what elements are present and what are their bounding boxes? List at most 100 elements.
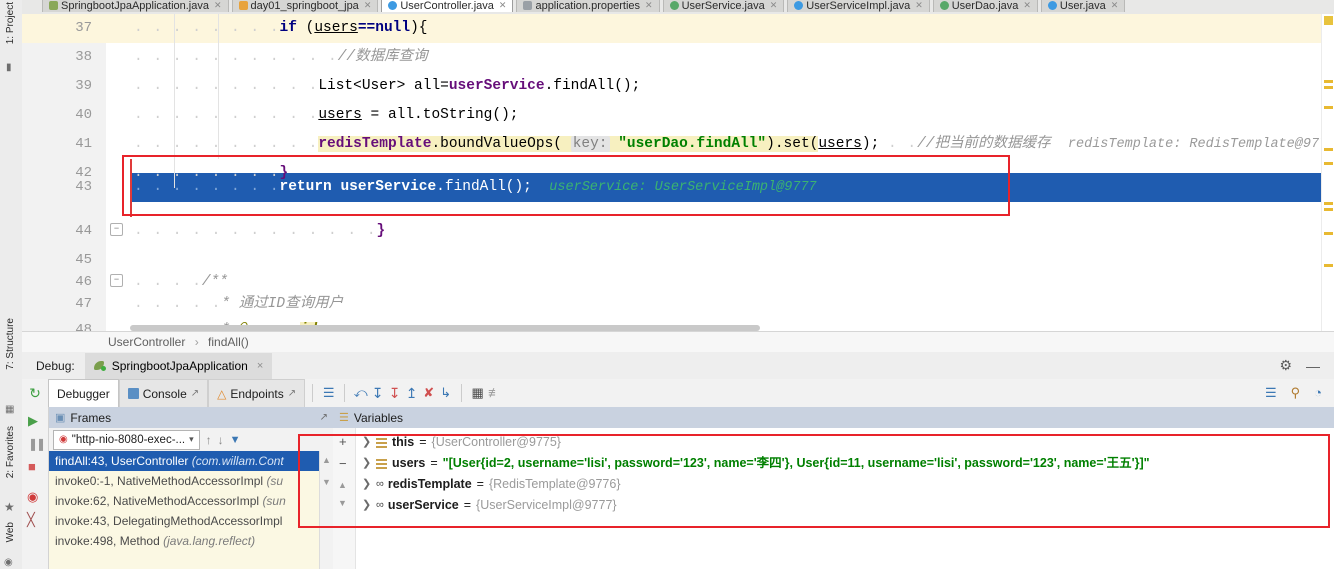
- frame-row[interactable]: findAll:43, UserController (com.willam.C…: [49, 451, 334, 471]
- chevron-down-icon[interactable]: ▾: [189, 434, 194, 445]
- minimize-icon[interactable]: —: [1306, 358, 1320, 374]
- view-breakpoints-icon[interactable]: ◉: [27, 489, 38, 505]
- variable-row[interactable]: ❯ this = {UserController@9775}: [356, 432, 1334, 453]
- profiler-icon[interactable]: ◔: [1314, 385, 1322, 401]
- variable-name: redisTemplate: [387, 477, 472, 491]
- step-over-icon[interactable]: ⤺: [352, 385, 369, 402]
- frame-row[interactable]: invoke:62, NativeMethodAccessorImpl (sun: [49, 491, 334, 511]
- close-icon[interactable]: ✕: [915, 0, 923, 11]
- warning-marker[interactable]: [1324, 106, 1333, 109]
- watch-down-icon[interactable]: ▼: [338, 498, 347, 508]
- analysis-gutter[interactable]: [1321, 14, 1334, 331]
- frame-row[interactable]: invoke:43, DelegatingMethodAccessorImpl: [49, 511, 334, 531]
- evaluate-expression-icon[interactable]: ▦: [469, 385, 486, 402]
- sidebar-item-web[interactable]: Web: [5, 522, 16, 542]
- frame-up-icon[interactable]: ↑: [206, 433, 212, 447]
- pause-program-icon[interactable]: ❚❚: [28, 437, 46, 451]
- editor-tab-application-properties[interactable]: application.properties ✕: [516, 0, 660, 12]
- frames-list[interactable]: findAll:43, UserController (com.willam.C…: [49, 451, 334, 569]
- fold-toggle-icon[interactable]: −: [110, 223, 123, 236]
- reference-icon: ∞: [376, 478, 384, 490]
- step-into-icon[interactable]: ↧: [369, 385, 386, 402]
- close-icon[interactable]: ✕: [1111, 0, 1119, 11]
- rerun-icon[interactable]: ↻: [22, 385, 48, 402]
- frame-down-icon[interactable]: ↓: [218, 433, 224, 447]
- frames-scrollbar[interactable]: ▲ ▼: [319, 451, 334, 569]
- fold-toggle-icon[interactable]: −: [110, 274, 123, 287]
- warning-marker[interactable]: [1324, 232, 1333, 235]
- breadcrumb-method[interactable]: findAll(): [208, 335, 249, 349]
- close-icon[interactable]: ×: [257, 360, 263, 372]
- variables-list[interactable]: ❯ this = {UserController@9775} ❯ users =…: [356, 428, 1334, 569]
- variable-row[interactable]: ❯ ∞ userService = {UserServiceImpl@9777}: [356, 495, 1334, 516]
- warning-marker[interactable]: [1324, 16, 1333, 25]
- editor-tab-userservice[interactable]: UserService.java ✕: [662, 0, 785, 12]
- editor-tab-day01-springboot-jpa[interactable]: day01_springboot_jpa ✕: [231, 0, 379, 12]
- scroll-up-icon[interactable]: ▲: [322, 455, 331, 465]
- inspect-icon[interactable]: ⚲: [1291, 385, 1301, 401]
- web-icon: ◉: [4, 557, 13, 568]
- warning-marker[interactable]: [1324, 80, 1333, 83]
- close-icon[interactable]: ✕: [645, 0, 653, 11]
- expand-chevron-icon[interactable]: ❯: [362, 432, 371, 453]
- watch-up-icon[interactable]: ▲: [338, 480, 347, 490]
- warning-marker[interactable]: [1324, 208, 1333, 211]
- close-icon[interactable]: ✕: [214, 0, 222, 11]
- field-icon: [376, 437, 387, 448]
- warning-marker[interactable]: [1324, 264, 1333, 267]
- warning-marker[interactable]: [1324, 162, 1333, 165]
- sidebar-item-favorites[interactable]: 2: Favorites: [5, 426, 16, 478]
- editor-tab-user[interactable]: User.java ✕: [1040, 0, 1126, 12]
- console-output-icon[interactable]: ☰: [1265, 385, 1277, 401]
- force-step-into-icon[interactable]: ↧: [386, 385, 403, 402]
- remove-watch-icon[interactable]: −: [339, 456, 347, 471]
- tab-debugger[interactable]: Debugger: [48, 379, 119, 407]
- tab-label: Endpoints: [230, 386, 284, 401]
- breadcrumb-class[interactable]: UserController: [108, 335, 185, 349]
- breadcrumb[interactable]: UserController › findAll(): [108, 335, 249, 349]
- warning-marker[interactable]: [1324, 202, 1333, 205]
- thread-selector[interactable]: ◉ "http-nio-8080-exec-... ▾: [53, 429, 200, 450]
- debug-session-tab[interactable]: SpringbootJpaApplication ×: [84, 352, 273, 379]
- run-to-cursor-icon[interactable]: ↳: [437, 385, 454, 402]
- resume-program-icon[interactable]: ▶: [28, 413, 38, 429]
- maven-icon: [238, 1, 248, 10]
- filter-frames-icon[interactable]: ▼: [230, 434, 241, 446]
- variable-row[interactable]: ❯ ∞ redisTemplate = {RedisTemplate@9776}: [356, 474, 1334, 495]
- add-watch-icon[interactable]: +: [339, 434, 347, 449]
- step-out-icon[interactable]: ↥: [403, 385, 420, 402]
- class-icon: [49, 1, 58, 10]
- gear-icon[interactable]: ⚙: [1279, 357, 1292, 374]
- scroll-down-icon[interactable]: ▼: [322, 477, 331, 487]
- properties-icon: [523, 1, 533, 10]
- editor-tab-userserviceimpl[interactable]: UserServiceImpl.java ✕: [787, 0, 930, 12]
- stop-program-icon[interactable]: ■: [28, 459, 36, 474]
- variable-row[interactable]: ❯ users = "[User{id=2, username='lisi', …: [356, 453, 1334, 474]
- code-lines: 37 . . . . . . . .if (users==null){ 38 .…: [22, 14, 1334, 331]
- drop-frame-icon[interactable]: ✘: [420, 385, 437, 402]
- editor-tab-usercontroller[interactable]: UserController.java ✕: [381, 0, 514, 12]
- line-number: 44: [75, 223, 92, 239]
- expand-chevron-icon[interactable]: ❯: [362, 495, 371, 516]
- sidebar-item-structure[interactable]: 7: Structure: [5, 318, 16, 370]
- tab-console[interactable]: Console ↗: [118, 379, 209, 407]
- close-icon[interactable]: ✕: [364, 0, 372, 11]
- editor-tab-userdao[interactable]: UserDao.java ✕: [932, 0, 1038, 12]
- layout-settings-icon[interactable]: ≢: [486, 385, 503, 402]
- warning-marker[interactable]: [1324, 148, 1333, 151]
- frames-settings-icon[interactable]: ↗: [320, 412, 328, 423]
- show-execution-point-icon[interactable]: ☰: [320, 385, 337, 402]
- warning-marker[interactable]: [1324, 86, 1333, 89]
- editor-tab-springbootjpaapplication[interactable]: SpringbootJpaApplication.java ✕: [42, 0, 229, 12]
- expand-chevron-icon[interactable]: ❯: [362, 453, 371, 474]
- frame-row[interactable]: invoke0:-1, NativeMethodAccessorImpl (su: [49, 471, 334, 491]
- sidebar-item-project[interactable]: 1: Project: [5, 2, 16, 44]
- tab-endpoints[interactable]: △ Endpoints ↗: [208, 379, 306, 407]
- close-icon[interactable]: ✕: [1023, 0, 1031, 11]
- frame-row[interactable]: invoke:498, Method (java.lang.reflect): [49, 531, 334, 551]
- close-icon[interactable]: ✕: [770, 0, 778, 11]
- expand-chevron-icon[interactable]: ❯: [362, 474, 371, 495]
- mute-breakpoints-icon[interactable]: ╳: [27, 512, 35, 528]
- code-editor[interactable]: 37 . . . . . . . .if (users==null){ 38 .…: [22, 14, 1334, 331]
- close-icon[interactable]: ✕: [499, 0, 507, 11]
